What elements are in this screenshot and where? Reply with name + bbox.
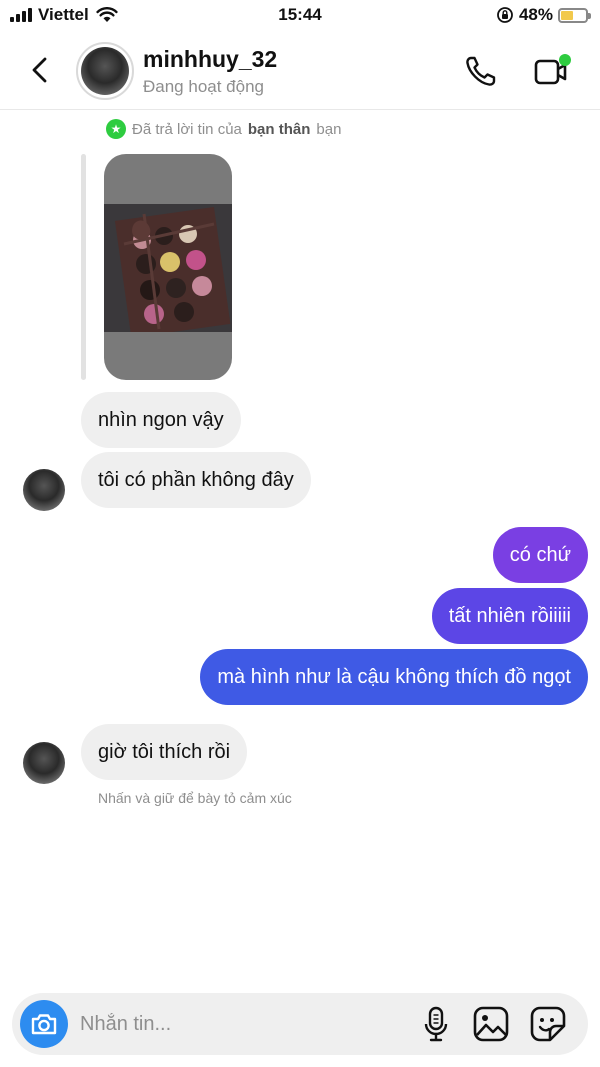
battery-percent: 48% (518, 5, 553, 24)
reaction-hint: Nhấn và giữ để bày tỏ cảm xúc (98, 790, 292, 806)
gallery-icon[interactable] (472, 1005, 510, 1043)
contact-username[interactable]: minhhuy_32 (143, 46, 277, 73)
story-reply-note: ★ Đã trả lời tin của bạn thân bạn (106, 119, 341, 139)
video-call-icon[interactable] (533, 52, 575, 90)
reply-note-bold: bạn thân (247, 120, 311, 138)
microphone-icon[interactable] (420, 1005, 452, 1043)
sender-avatar[interactable] (23, 469, 65, 511)
reply-note-suffix: bạn (316, 120, 342, 138)
avatar[interactable] (76, 42, 134, 100)
battery-level (561, 10, 573, 20)
message-bubble-incoming[interactable]: giờ tôi thích rồi (81, 724, 248, 780)
sender-avatar[interactable] (23, 742, 65, 784)
battery-charging-icon (558, 7, 591, 23)
message-bubble-outgoing[interactable]: tất nhiên rồiiiii (431, 588, 588, 644)
message-input[interactable] (80, 1009, 400, 1039)
sticker-icon[interactable] (529, 1005, 567, 1043)
orientation-lock-icon (497, 7, 513, 23)
reply-note-prefix: Đã trả lời tin của (132, 120, 242, 138)
message-bubble-incoming[interactable]: nhìn ngon vậy (81, 392, 241, 448)
chat-header: minhhuy_32 Đang hoạt động (0, 32, 600, 110)
back-icon[interactable] (24, 52, 56, 88)
status-bar: Viettel 15:44 48% (0, 0, 600, 32)
profile-photo (81, 47, 129, 95)
message-bubble-incoming[interactable]: tôi có phần không đây (81, 452, 311, 508)
story-thumbnail[interactable] (104, 154, 232, 380)
reply-quote-bar (81, 154, 86, 380)
active-status: Đang hoạt động (143, 77, 264, 96)
close-friends-star-icon: ★ (106, 119, 126, 139)
message-composer (12, 993, 588, 1055)
message-thread[interactable]: ★ Đã trả lời tin của bạn thân bạn nhìn n… (0, 110, 600, 990)
phone-icon[interactable] (462, 52, 500, 90)
chocolate-box-photo (104, 204, 232, 332)
message-bubble-outgoing[interactable]: có chứ (492, 527, 588, 583)
camera-icon (31, 1014, 57, 1035)
camera-button[interactable] (20, 1000, 68, 1048)
status-right: 48% (496, 5, 591, 25)
message-bubble-outgoing[interactable]: mà hình như là cậu không thích đồ ngọt (200, 649, 588, 705)
